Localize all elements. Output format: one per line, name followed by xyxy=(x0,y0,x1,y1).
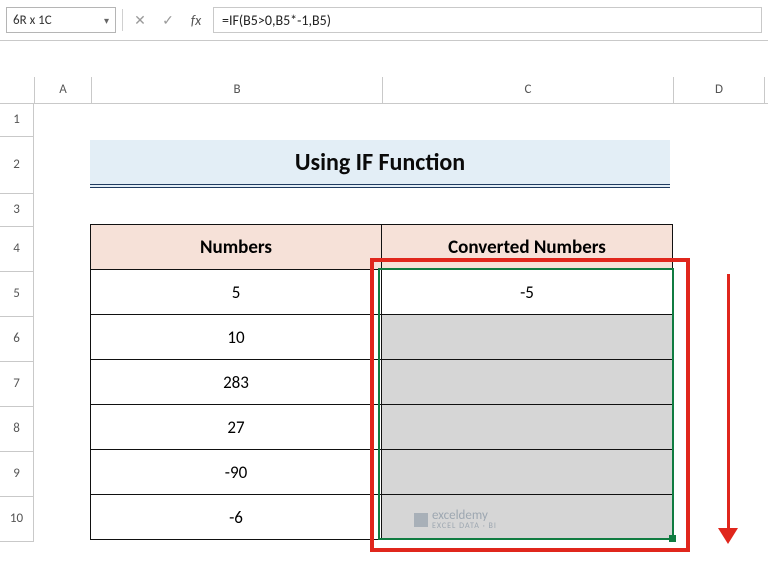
row-header[interactable]: 6 xyxy=(0,317,34,362)
cell-converted[interactable] xyxy=(382,360,673,405)
cell-converted[interactable] xyxy=(382,450,673,495)
cell-converted[interactable] xyxy=(382,405,673,450)
formula-input[interactable]: =IF(B5>0,B5*-1,B5) xyxy=(213,7,762,33)
arrow-down-icon xyxy=(718,528,738,544)
formula-text: =IF(B5>0,B5*-1,B5) xyxy=(222,12,331,29)
spreadsheet-grid: A B C D 1 2 3 4 5 6 7 8 9 10 Using IF Fu… xyxy=(0,77,768,542)
header-numbers: Numbers xyxy=(91,225,382,270)
table-row: 27 xyxy=(91,405,673,450)
cell-converted[interactable] xyxy=(382,315,673,360)
table-row: -6 xyxy=(91,495,673,540)
col-header-c[interactable]: C xyxy=(383,77,674,103)
row-header[interactable]: 8 xyxy=(0,407,34,452)
row-header[interactable]: 7 xyxy=(0,362,34,407)
formula-bar: 6R x 1C ▾ ✕ ✓ fx =IF(B5>0,B5*-1,B5) xyxy=(0,0,768,41)
fx-icon[interactable]: fx xyxy=(185,9,207,31)
cancel-icon[interactable]: ✕ xyxy=(129,9,151,31)
name-box-value: 6R x 1C xyxy=(13,13,52,28)
table-row: 283 xyxy=(91,360,673,405)
cell-numbers[interactable]: -90 xyxy=(91,450,382,495)
row-header[interactable]: 9 xyxy=(0,452,34,497)
row-header[interactable]: 2 xyxy=(0,137,34,194)
col-header-a[interactable]: A xyxy=(35,77,92,103)
table-row: -90 xyxy=(91,450,673,495)
row-header[interactable]: 10 xyxy=(0,497,34,542)
table-row: 5 -5 xyxy=(91,270,673,315)
cell-converted[interactable] xyxy=(382,495,673,540)
cell-numbers[interactable]: -6 xyxy=(91,495,382,540)
row-headers: 1 2 3 4 5 6 7 8 9 10 xyxy=(0,104,34,542)
row-header[interactable]: 5 xyxy=(0,272,34,317)
cell-numbers[interactable]: 10 xyxy=(91,315,382,360)
cell-numbers[interactable]: 27 xyxy=(91,405,382,450)
row-header[interactable]: 3 xyxy=(0,194,34,227)
cell-converted[interactable]: -5 xyxy=(382,270,673,315)
cell-numbers[interactable]: 283 xyxy=(91,360,382,405)
col-header-d[interactable]: D xyxy=(674,77,765,103)
row-header[interactable]: 1 xyxy=(0,104,34,137)
sheet-body[interactable]: Using IF Function Numbers Converted Numb… xyxy=(34,104,760,542)
header-converted: Converted Numbers xyxy=(382,225,673,270)
separator xyxy=(122,9,123,31)
select-all-corner[interactable] xyxy=(0,77,35,103)
col-header-b[interactable]: B xyxy=(92,77,383,103)
page-title: Using IF Function xyxy=(90,140,670,188)
accept-icon[interactable]: ✓ xyxy=(157,9,179,31)
table-header-row: Numbers Converted Numbers xyxy=(91,225,673,270)
table-row: 10 xyxy=(91,315,673,360)
column-headers: A B C D xyxy=(0,77,768,104)
cell-numbers[interactable]: 5 xyxy=(91,270,382,315)
row-header[interactable]: 4 xyxy=(0,227,34,272)
chevron-down-icon[interactable]: ▾ xyxy=(104,14,109,27)
name-box[interactable]: 6R x 1C ▾ xyxy=(6,7,116,33)
data-table: Numbers Converted Numbers 5 -5 10 283 27 xyxy=(90,224,673,540)
annotation-arrow-down xyxy=(716,274,740,544)
